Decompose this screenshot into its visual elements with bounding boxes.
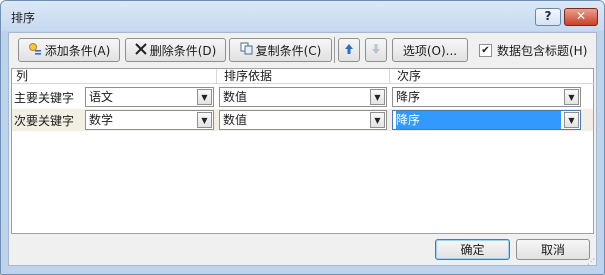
sort-dialog: 排序 ? ✕ 添加条件(A) 删除条件(D) 复制条件(C) 选项(O)... … <box>0 0 605 275</box>
chevron-down-icon[interactable]: ▼ <box>370 112 385 128</box>
title-bar: 排序 ? ✕ <box>1 1 604 31</box>
delete-level-label: 删除条件(D) <box>149 43 217 58</box>
header-checkbox-label[interactable]: 数据包含标题(H) <box>497 42 587 59</box>
column-select[interactable]: 数学 ▼ <box>85 110 214 130</box>
order-select-value: 降序 <box>396 111 561 129</box>
toolbar-separator <box>334 37 335 63</box>
add-level-button[interactable]: 添加条件(A) <box>18 38 120 62</box>
sort-on-select[interactable]: 数值 ▼ <box>219 110 387 130</box>
dialog-title: 排序 <box>11 11 36 25</box>
resize-grip-icon[interactable]: ⋰ <box>587 257 595 266</box>
copy-level-button[interactable]: 复制条件(C) <box>229 38 332 62</box>
add-level-label: 添加条件(A) <box>44 43 111 58</box>
copy-level-label: 复制条件(C) <box>255 43 322 58</box>
arrow-down-icon <box>371 43 381 58</box>
delete-level-button[interactable]: 删除条件(D) <box>125 38 226 62</box>
sort-on-select[interactable]: 数值 ▼ <box>219 87 387 107</box>
ok-button[interactable]: 确定 <box>435 239 510 260</box>
sort-level-row[interactable]: 次要关键字 数学 ▼ 数值 ▼ 降序 ▼ <box>12 109 593 131</box>
column-select-value: 语文 <box>89 90 114 104</box>
column-select[interactable]: 语文 ▼ <box>85 87 214 107</box>
add-level-icon <box>28 42 42 59</box>
header-order: 次序 <box>389 69 594 84</box>
move-down-button[interactable] <box>365 38 387 62</box>
row-label: 主要关键字 <box>14 91 75 105</box>
cancel-button[interactable]: 取消 <box>516 239 590 260</box>
chevron-down-icon[interactable]: ▼ <box>197 89 212 105</box>
move-up-button[interactable] <box>338 38 360 62</box>
order-select[interactable]: 降序 ▼ <box>392 87 581 107</box>
copy-icon <box>240 42 253 58</box>
header-checkbox-group[interactable]: ✔ 数据包含标题(H) <box>479 42 587 59</box>
header-checkbox[interactable]: ✔ <box>479 44 492 57</box>
arrow-up-icon <box>344 43 354 58</box>
row-label: 次要关键字 <box>14 114 75 128</box>
sort-on-select-value: 数值 <box>223 90 248 104</box>
help-button[interactable]: ? <box>535 8 561 26</box>
options-button[interactable]: 选项(O)... <box>392 38 468 62</box>
column-select-value: 数学 <box>89 113 114 127</box>
order-select[interactable]: 降序 ▼ <box>392 110 581 130</box>
order-select-value: 降序 <box>396 90 421 104</box>
chevron-down-icon[interactable]: ▼ <box>564 112 579 128</box>
sort-levels-grid: 列 排序依据 次序 主要关键字 语文 ▼ 数值 ▼ 降序 ▼ 次要关键字 数学 … <box>11 68 594 234</box>
dialog-body: 添加条件(A) 删除条件(D) 复制条件(C) 选项(O)... ✔ 数据包含标… <box>8 32 597 266</box>
close-button[interactable]: ✕ <box>564 8 598 26</box>
chevron-down-icon[interactable]: ▼ <box>564 89 579 105</box>
delete-x-icon <box>134 42 147 58</box>
chevron-down-icon[interactable]: ▼ <box>197 112 212 128</box>
sort-level-row[interactable]: 主要关键字 语文 ▼ 数值 ▼ 降序 ▼ <box>12 86 593 108</box>
sort-on-select-value: 数值 <box>223 113 248 127</box>
chevron-down-icon[interactable]: ▼ <box>370 89 385 105</box>
header-column: 列 <box>12 69 216 84</box>
checkmark-icon: ✔ <box>481 45 490 56</box>
header-sort-on: 排序依据 <box>216 69 389 84</box>
